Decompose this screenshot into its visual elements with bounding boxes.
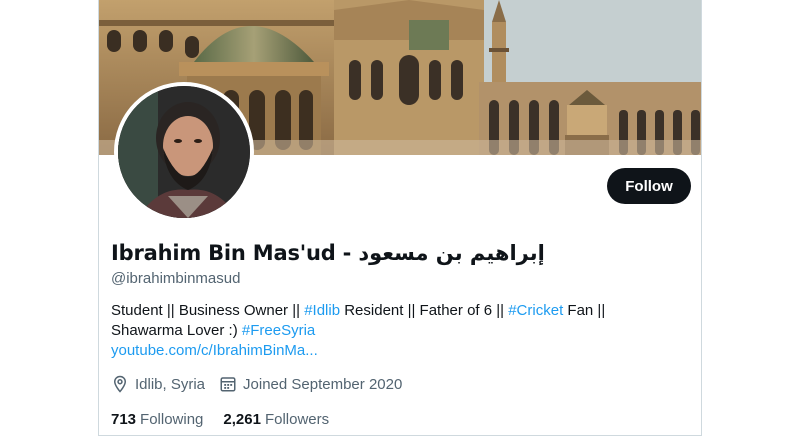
bio-text: Student || Business Owner || — [111, 302, 305, 319]
profile-meta: Idlib, Syria Joined September 2020 — [111, 375, 416, 393]
location-pin-icon — [113, 375, 127, 393]
bio-line-2: Shawarma Lover :) #FreeSyria — [111, 321, 681, 341]
following-link[interactable]: 713 Following — [111, 411, 203, 428]
bio-line-3: youtube.com/c/IbrahimBinMa... — [111, 341, 681, 361]
hashtag-cricket-link[interactable]: #Cricket — [508, 302, 563, 319]
hashtag-idlib-link[interactable]: #Idlib — [304, 302, 340, 319]
follow-button[interactable]: Follow — [607, 168, 691, 204]
followers-link[interactable]: 2,261 Followers — [223, 411, 329, 428]
display-name-latin: Ibrahim Bin Mas'ud - — [111, 241, 359, 265]
following-label: Following — [140, 411, 204, 428]
bio-line-1: Student || Business Owner || #Idlib Resi… — [111, 301, 681, 321]
profile-handle: @ibrahimbinmasud — [111, 270, 241, 287]
joined-text: Joined September 2020 — [243, 375, 403, 393]
hashtag-freesyria-link[interactable]: #FreeSyria — [242, 322, 315, 339]
bio-text: Fan || — [563, 302, 606, 319]
followers-count: 2,261 — [223, 411, 261, 428]
joined-item: Joined September 2020 — [219, 375, 402, 393]
follow-counts: 713 Following 2,261 Followers — [111, 411, 349, 428]
bio-text: Resident || Father of 6 || — [340, 302, 509, 319]
followers-label: Followers — [264, 411, 330, 428]
bio-text: Shawarma Lover :) — [111, 322, 242, 339]
profile-display-name: Ibrahim Bin Mas'ud - إبراهيم بن مسعود — [111, 241, 545, 265]
location-text: Idlib, Syria — [135, 375, 206, 393]
display-name-arabic: إبراهيم بن مسعود — [358, 241, 545, 265]
youtube-link[interactable]: youtube.com/c/IbrahimBinMa... — [111, 342, 318, 359]
profile-bio: Student || Business Owner || #Idlib Resi… — [111, 301, 681, 361]
profile-card: Follow Ibrahim Bin Mas'ud - إبراهيم بن م… — [98, 0, 702, 436]
avatar[interactable] — [114, 82, 254, 222]
following-count: 713 — [111, 411, 137, 428]
calendar-icon — [220, 377, 236, 392]
location-item: Idlib, Syria — [111, 375, 205, 393]
